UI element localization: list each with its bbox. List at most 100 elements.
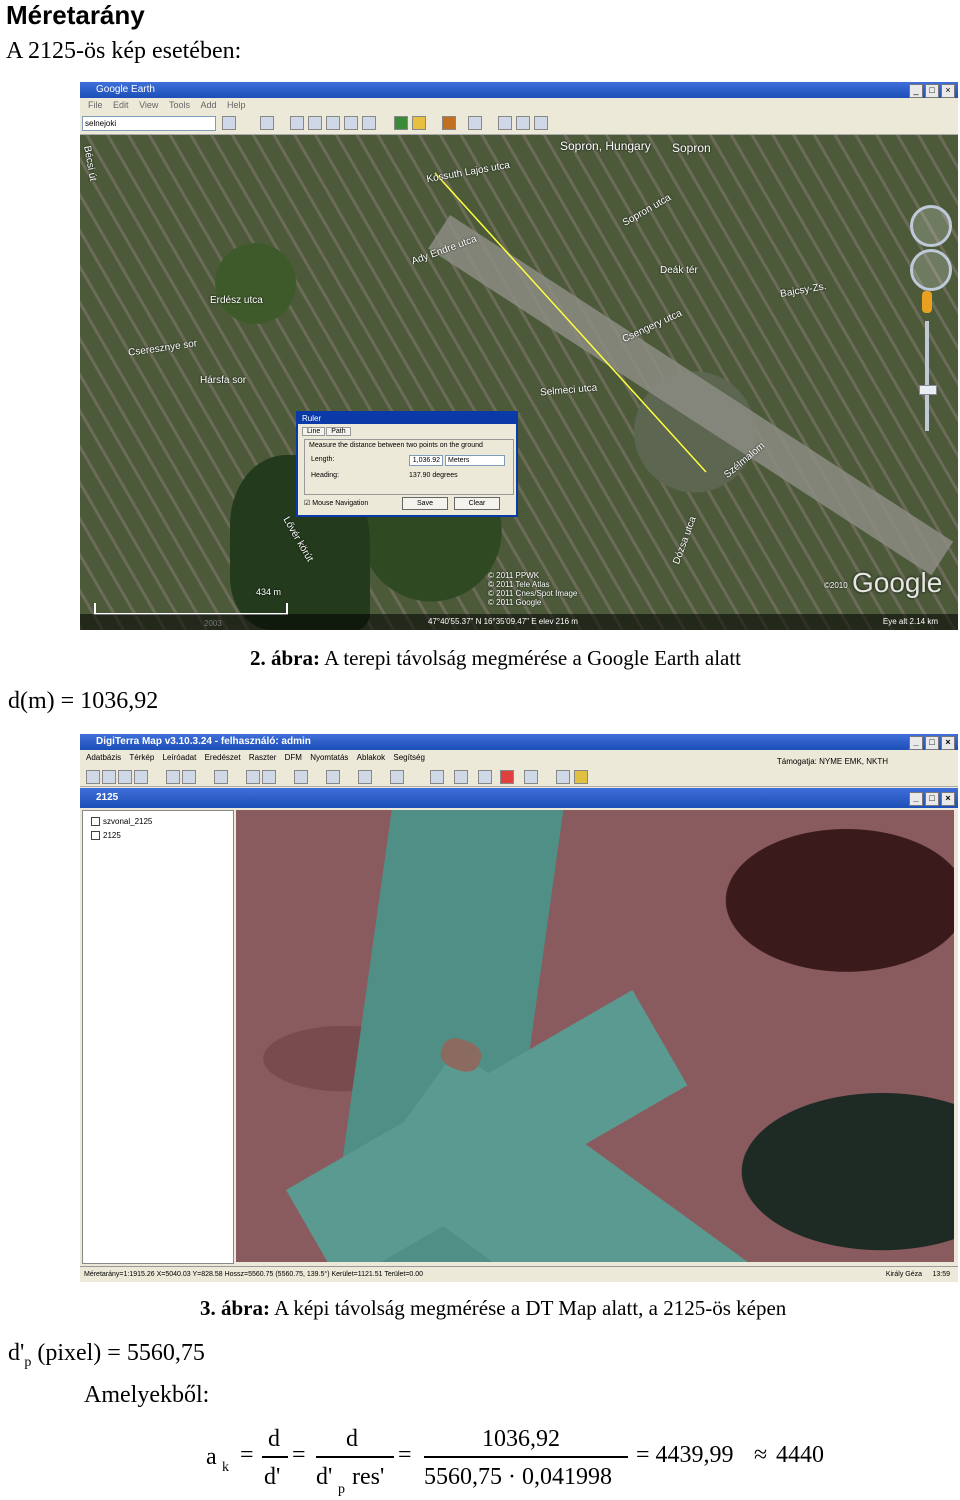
close-icon[interactable]: ×: [941, 84, 955, 98]
maximize-icon[interactable]: □: [925, 84, 939, 98]
status-user: Király Géza: [885, 1271, 922, 1278]
fraction-bar: [316, 1456, 394, 1458]
close-icon[interactable]: ×: [941, 736, 955, 750]
image-distance: d'p (pixel) = 5560,75: [8, 1340, 205, 1371]
zoom-slider[interactable]: [925, 321, 929, 431]
add-layer-icon[interactable]: [166, 770, 180, 784]
formula-eq: =: [240, 1442, 254, 1468]
pan-control-icon[interactable]: [910, 249, 952, 291]
dt-menu-eredeszet[interactable]: Eredészet: [205, 753, 241, 762]
figure-3-number: 3. ábra:: [200, 1296, 270, 1320]
binoculars-icon[interactable]: [454, 770, 468, 784]
view-in-maps-icon[interactable]: [534, 116, 548, 130]
layer-checkbox[interactable]: [91, 831, 100, 841]
table-icon[interactable]: [326, 770, 340, 784]
maximize-icon[interactable]: □: [925, 736, 939, 750]
dp-symbol: d': [8, 1340, 25, 1366]
minimize-icon[interactable]: _: [909, 736, 923, 750]
delete-icon[interactable]: [500, 770, 514, 784]
email-icon[interactable]: [498, 116, 512, 130]
tab-path[interactable]: Path: [326, 427, 351, 436]
zoom-out-icon[interactable]: [118, 770, 132, 784]
save-button[interactable]: Save: [402, 497, 448, 510]
ge-menu-add[interactable]: Add: [200, 100, 216, 110]
ruler-icon[interactable]: [556, 770, 570, 784]
maximize-icon[interactable]: □: [925, 792, 939, 806]
close-icon[interactable]: ×: [941, 792, 955, 806]
planets-icon[interactable]: [442, 116, 456, 130]
pan-icon[interactable]: [134, 770, 148, 784]
dt-menu-leiroadat[interactable]: Leíróadat: [163, 753, 197, 762]
draw-line-icon[interactable]: [246, 770, 260, 784]
ruler-icon[interactable]: [468, 116, 482, 130]
eye-altitude: Eye alt 2.14 km: [882, 617, 938, 626]
measure-icon[interactable]: [478, 770, 492, 784]
length-value: 1,036.92: [409, 455, 443, 466]
ge-map-view[interactable]: Bécsi út Kossuth Lajos utca Ady Endre ut…: [80, 135, 958, 630]
ge-menu-file[interactable]: File: [88, 100, 103, 110]
formula-final: 4440: [776, 1442, 824, 1468]
navigation-controls[interactable]: [906, 205, 952, 445]
ge-menu-tools[interactable]: Tools: [169, 100, 190, 110]
ge-search-input[interactable]: selnejoki: [82, 116, 216, 131]
sidebar-toggle-icon[interactable]: [260, 116, 274, 130]
historical-imagery-icon[interactable]: [394, 116, 408, 130]
tab-line[interactable]: Line: [302, 427, 326, 436]
figure-2-caption: 2. ábra: A terepi távolság megmérése a G…: [250, 646, 741, 671]
zoom-slider-handle[interactable]: [919, 385, 937, 395]
length-unit-select[interactable]: Meters: [445, 455, 505, 466]
image-overlay-icon[interactable]: [344, 116, 358, 130]
print-icon[interactable]: [214, 770, 228, 784]
minimize-icon[interactable]: _: [909, 792, 923, 806]
dt-menu-terkep[interactable]: Térkép: [129, 753, 154, 762]
fraction-bar: [262, 1456, 288, 1458]
dt-window-title: DigiTerra Map v3.10.3.24 - felhasználó: …: [96, 736, 311, 747]
select-icon[interactable]: [86, 770, 100, 784]
draw-polygon-icon[interactable]: [262, 770, 276, 784]
3d-view-icon[interactable]: [574, 770, 588, 784]
layer-item[interactable]: 2125: [91, 831, 121, 841]
formula-res: res': [352, 1464, 385, 1490]
dt-status-bar: Méretarány=1:1915.26 X=5040.03 Y=828.58 …: [80, 1266, 958, 1282]
layer-item[interactable]: szvonal_2125: [91, 817, 152, 827]
ge-toolbar: selnejoki: [80, 112, 958, 135]
ge-menu-edit[interactable]: Edit: [113, 100, 129, 110]
subtitle: A 2125-ös kép esetében:: [6, 38, 242, 64]
ge-menu-view[interactable]: View: [139, 100, 158, 110]
settings-icon[interactable]: [294, 770, 308, 784]
formula-dprime2: d': [316, 1464, 333, 1490]
info-icon[interactable]: [430, 770, 444, 784]
undo-icon[interactable]: [524, 770, 538, 784]
compass-icon[interactable]: [910, 205, 952, 247]
dt-menu-ablakok[interactable]: Ablakok: [357, 753, 385, 762]
placemark-icon[interactable]: [290, 116, 304, 130]
ge-menu-bar: File Edit View Tools Add Help: [80, 98, 958, 112]
dt-menu-dfm[interactable]: DFM: [285, 753, 302, 762]
save-icon[interactable]: [182, 770, 196, 784]
polygon-icon[interactable]: [308, 116, 322, 130]
coordinates: 47°40'55.37" N 16°35'09.47" E elev 216 m: [428, 617, 578, 626]
clear-button[interactable]: Clear: [454, 497, 500, 510]
dt-menu-adatbazis[interactable]: Adatbázis: [86, 753, 121, 762]
path-icon[interactable]: [326, 116, 340, 130]
record-tour-icon[interactable]: [362, 116, 376, 130]
minimize-icon[interactable]: _: [909, 84, 923, 98]
mouse-navigation-checkbox[interactable]: ☑ Mouse Navigation: [304, 499, 368, 507]
search-icon[interactable]: [222, 116, 236, 130]
sunlight-icon[interactable]: [412, 116, 426, 130]
zoom-in-icon[interactable]: [102, 770, 116, 784]
orthophoto-view[interactable]: [236, 810, 954, 1262]
dp-value: (pixel) = 5560,75: [31, 1340, 205, 1366]
edit-icon[interactable]: [390, 770, 404, 784]
chart-icon[interactable]: [358, 770, 372, 784]
field-distance: d(m) = 1036,92: [8, 688, 159, 714]
street-view-icon[interactable]: [922, 291, 932, 313]
print-icon[interactable]: [516, 116, 530, 130]
ge-menu-help[interactable]: Help: [227, 100, 246, 110]
dt-menu-segitseg[interactable]: Segítség: [393, 753, 425, 762]
dt-menu-nyomtatas[interactable]: Nyomtatás: [310, 753, 348, 762]
figure-3-caption: 3. ábra: A képi távolság megmérése a DT …: [200, 1296, 786, 1321]
layer-checkbox[interactable]: [91, 817, 100, 827]
dt-menu-raszter[interactable]: Raszter: [249, 753, 277, 762]
dt-title-bar: DigiTerra Map v3.10.3.24 - felhasználó: …: [80, 734, 958, 750]
